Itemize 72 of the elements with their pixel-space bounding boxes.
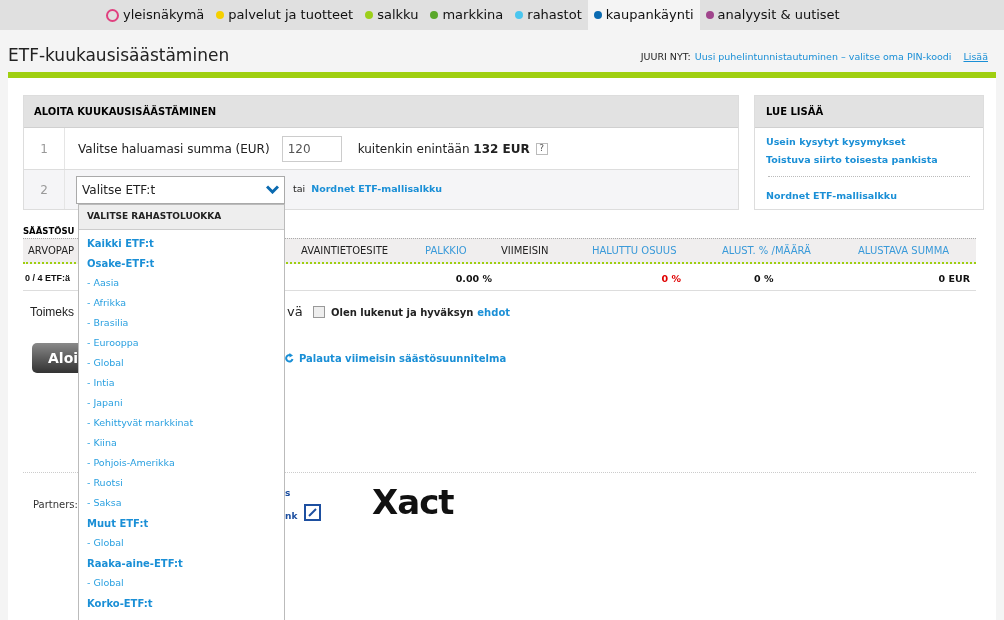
table-cell-text: 0.00 %: [455, 272, 492, 286]
category-item[interactable]: Kaikki ETF:t: [79, 233, 284, 253]
table-cell-text: 0 %: [754, 272, 774, 286]
sortable-column-header[interactable]: ALUST. % /MÄÄRÄ: [722, 243, 811, 258]
category-item[interactable]: Muut ETF:t: [79, 513, 284, 533]
page-title: ETF-kuukausisäästäminen: [8, 43, 230, 67]
sortable-column-header[interactable]: HALUTTU OSUUS: [592, 243, 677, 258]
refresh-icon: [285, 353, 294, 363]
limit-text: kuitenkin enintään 132 EUR: [357, 140, 530, 158]
terms-link[interactable]: ehdot: [477, 304, 511, 320]
help-link[interactable]: Toistuva siirto toisesta pankista: [766, 153, 983, 168]
model-portfolio-link[interactable]: Nordnet ETF-mallisalkku: [311, 182, 443, 197]
nav-tab[interactable]: salkku: [359, 0, 425, 30]
category-item[interactable]: Osake-ETF:t: [79, 253, 284, 273]
subcategory-item[interactable]: - Kehittyvät markkinat: [79, 413, 284, 433]
terms-checkbox[interactable]: [313, 306, 325, 318]
help-link[interactable]: Usein kysytyt kysymykset: [766, 135, 983, 150]
subcategory-item[interactable]: - Japani: [79, 393, 284, 413]
order-text: Toimeks: [30, 304, 74, 321]
subcategory-item[interactable]: - Brasilia: [79, 313, 284, 333]
help-button[interactable]: ?: [535, 142, 548, 155]
chevron-down-icon: [266, 185, 279, 194]
terms-text: Olen lukenut ja hyväksyn: [331, 305, 474, 320]
table-cell-text: 0 %: [661, 272, 681, 286]
etf-select[interactable]: Valitse ETF:t: [76, 175, 285, 204]
section-title: SÄÄSTÖSU: [23, 225, 76, 238]
nav-tab[interactable]: markkina: [424, 0, 510, 30]
subcategory-item[interactable]: - Ruotsi: [79, 473, 284, 493]
subcategory-item[interactable]: - Global: [79, 533, 284, 553]
panel-title: LUE LISÄÄ: [766, 104, 824, 119]
panel-title: ALOITA KUUKAUSISÄÄSTÄMINEN: [34, 104, 217, 119]
notice-link[interactable]: Uusi puhelintunnistautuminen – valitse oma PIN-koodi: [694, 49, 952, 64]
column-header: VIIMEISIN: [501, 244, 549, 258]
order-text: vä: [287, 303, 303, 322]
or-text: tai: [293, 182, 306, 197]
subcategory-item[interactable]: - Saksa: [79, 493, 284, 513]
start-button[interactable]: Aloi: [32, 343, 78, 373]
nav-tab[interactable]: rahastot: [509, 0, 588, 30]
subcategory-item[interactable]: - Aasia: [79, 273, 284, 293]
nav-tab[interactable]: yleisnäkymä: [100, 0, 211, 30]
notice-label: JUURI NYT:: [640, 49, 691, 64]
column-header: ARVOPAP: [28, 244, 75, 258]
subcategory-item[interactable]: - Afrikka: [79, 293, 284, 313]
step-number: 2: [40, 181, 48, 199]
partner-logo: Xact: [372, 485, 454, 519]
partner-logo-text: s: [285, 487, 291, 500]
model-portfolio-link[interactable]: Nordnet ETF-mallisalkku: [755, 176, 983, 203]
subcategory-item[interactable]: - Intia: [79, 373, 284, 393]
step-number: 1: [40, 140, 48, 158]
table-cell-text: 0 / 4 ETF:ä: [25, 272, 70, 285]
category-item[interactable]: Raaka-aine-ETF:t: [79, 553, 284, 573]
partners-label: Partners:: [33, 498, 78, 512]
subcategory-item[interactable]: - Kiina: [79, 433, 284, 453]
amount-label: Valitse haluamasi summa (EUR): [78, 140, 270, 158]
column-header: AVAINTIETOESITE: [301, 244, 389, 258]
amount-field[interactable]: 120: [281, 135, 342, 162]
sortable-column-header[interactable]: ALUSTAVA SUMMA: [858, 243, 950, 258]
nav-tab[interactable]: palvelut ja tuotteet: [210, 0, 360, 30]
subcategory-item[interactable]: - Global: [79, 573, 284, 593]
more-link[interactable]: Lisää: [963, 49, 988, 64]
nav-tab[interactable]: kaupankäynti: [587, 0, 700, 30]
category-item[interactable]: Korko-ETF:t: [79, 593, 284, 613]
sortable-column-header[interactable]: PALKKIO: [425, 243, 467, 258]
menu-title: VALITSE RAHASTOLUOKKA: [87, 210, 222, 224]
partner-logo-text: nk: [285, 510, 298, 523]
subcategory-item[interactable]: - Eurooppa: [79, 333, 284, 353]
table-cell-text: 0 EUR: [938, 272, 970, 286]
restore-link[interactable]: Palauta viimeisin säästösuunnitelma: [299, 350, 507, 366]
subcategory-item[interactable]: - Global: [79, 353, 284, 373]
slash-box-icon: [304, 504, 321, 521]
nav-tab[interactable]: analyysit & uutiset: [699, 0, 846, 30]
subcategory-item[interactable]: - Pohjois-Amerikka: [79, 453, 284, 473]
